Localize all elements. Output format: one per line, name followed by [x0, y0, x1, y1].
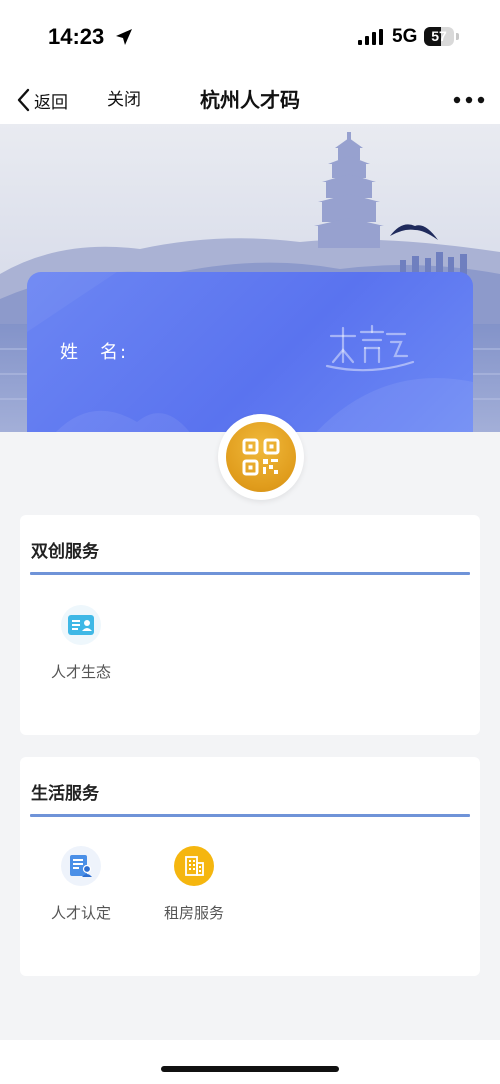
back-button[interactable]: 返回	[16, 84, 68, 116]
more-dots-icon[interactable]	[452, 92, 486, 108]
section-life-services: 生活服务 人才认定 租房服务	[20, 757, 480, 976]
qr-code-badge	[226, 422, 296, 492]
network-type: 5G	[392, 26, 418, 47]
bottom-safe-area	[0, 1040, 500, 1084]
back-label: 返回	[34, 92, 68, 113]
signal-icon	[358, 29, 383, 45]
service-icon-wrap	[61, 846, 101, 886]
section-innovation-services: 双创服务 人才生态	[20, 515, 480, 735]
service-icon-wrap	[174, 846, 214, 886]
service-talent-ecology[interactable]: 人才生态	[36, 605, 126, 682]
close-button[interactable]: 关闭	[107, 84, 141, 116]
name-label: 姓 名:	[60, 342, 129, 363]
service-label: 人才认定	[50, 904, 111, 922]
status-time: 14:23	[48, 24, 105, 49]
section-title: 生活服务	[31, 784, 99, 804]
service-icon-wrap	[61, 605, 101, 645]
id-card-icon	[68, 615, 94, 635]
location-arrow-icon	[116, 29, 132, 45]
service-talent-certification[interactable]: 人才认定	[36, 846, 126, 923]
battery-cap	[456, 33, 459, 40]
chevron-left-icon	[17, 88, 30, 112]
section-title: 双创服务	[31, 542, 99, 562]
qr-code-icon	[242, 438, 280, 476]
section-divider	[30, 814, 470, 817]
service-rental[interactable]: 租房服务	[149, 846, 239, 923]
service-label: 人才生态	[50, 663, 111, 681]
hero-banner: 姓 名:	[0, 124, 500, 432]
service-label: 租房服务	[163, 904, 224, 922]
battery-level: 57	[431, 28, 447, 44]
certificate-icon	[70, 855, 92, 877]
nav-bar: 返回 关闭 杭州人才码	[0, 76, 500, 124]
talent-id-card[interactable]: 姓 名:	[27, 272, 473, 432]
hangzhou-logo-icon	[325, 324, 415, 372]
section-divider	[30, 572, 470, 575]
page-title: 杭州人才码	[200, 88, 300, 112]
status-bar: 14:23 5G 57	[0, 0, 500, 76]
qr-code-button[interactable]	[218, 414, 304, 500]
building-icon	[185, 856, 204, 876]
battery-icon: 57	[424, 27, 454, 46]
home-indicator[interactable]	[161, 1066, 339, 1072]
